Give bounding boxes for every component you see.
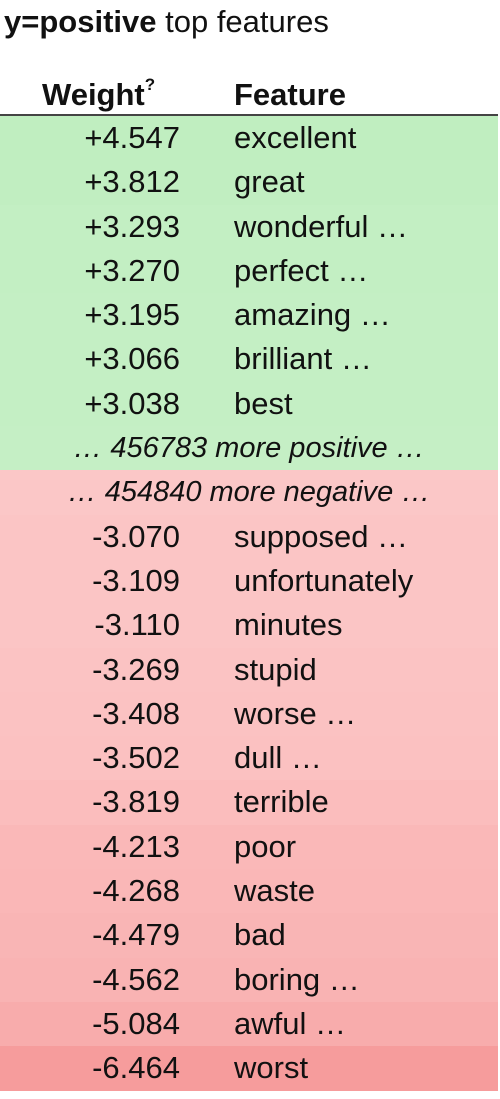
more-positive-row: … 456783 more positive … <box>0 426 498 471</box>
weight-column-header: Weight? <box>42 70 155 116</box>
feature-weight: +3.270 <box>84 252 180 288</box>
feature-name: worse … <box>234 695 357 731</box>
positive-feature-row: +3.812 great <box>0 160 498 205</box>
negative-feature-row: -3.408 worse … <box>0 691 498 737</box>
feature-weight: +4.547 <box>84 120 180 155</box>
feature-name: bad <box>234 917 286 953</box>
negative-feature-row: -4.268 waste <box>0 869 498 914</box>
feature-weight: +3.812 <box>84 164 180 200</box>
feature-name: supposed … <box>234 518 409 554</box>
feature-name: waste <box>234 873 315 909</box>
negative-feature-row: -3.109 unfortunately <box>0 558 498 604</box>
negative-feature-row: -3.502 dull … <box>0 736 498 781</box>
positive-feature-row: +3.195 amazing … <box>0 293 498 338</box>
feature-weight: +3.293 <box>84 208 180 244</box>
feature-weight: -4.479 <box>92 917 180 953</box>
feature-name: boring … <box>234 961 360 997</box>
panel-title: y=positive top features <box>4 0 329 44</box>
feature-weight: -4.213 <box>92 828 180 864</box>
feature-name: unfortunately <box>234 562 414 598</box>
feature-name: best <box>234 385 293 421</box>
target-label: y=positive <box>4 4 157 39</box>
feature-weight: -6.464 <box>92 1050 180 1086</box>
positive-feature-row: +3.293 wonderful … <box>0 204 498 249</box>
negative-feature-row: -3.110 minutes <box>0 603 498 648</box>
negative-feature-row: -6.464 worst <box>0 1046 498 1091</box>
feature-weight: -3.110 <box>94 607 180 643</box>
title-suffix: top features <box>156 4 329 39</box>
negative-feature-row: -4.562 boring … <box>0 957 498 1002</box>
feature-name: brilliant … <box>234 341 372 377</box>
feature-name: great <box>234 164 305 200</box>
feature-weight: +3.195 <box>84 297 180 333</box>
feature-name: poor <box>234 828 297 864</box>
positive-feature-row: +3.066 brilliant … <box>0 337 498 382</box>
feature-column-header: Feature <box>234 77 346 112</box>
feature-weight: -5.084 <box>92 1005 180 1041</box>
feature-weight: -4.562 <box>92 961 180 997</box>
feature-weight: -3.408 <box>92 695 180 731</box>
weight-header-label: Weight <box>42 77 145 112</box>
negative-feature-row: -3.819 terrible <box>0 780 498 825</box>
negative-feature-row: -5.084 awful … <box>0 1001 498 1047</box>
feature-name: awful … <box>234 1005 346 1041</box>
feature-name: minutes <box>234 607 343 643</box>
feature-name: perfect … <box>234 252 369 288</box>
feature-weight: +3.038 <box>84 385 180 421</box>
more-positive-row-text: … 456783 more positive … <box>73 432 425 465</box>
feature-weight: -3.269 <box>92 651 180 687</box>
feature-weight: -3.109 <box>92 562 180 598</box>
feature-name: worst <box>234 1050 309 1086</box>
feature-name: stupid <box>234 651 317 687</box>
negative-feature-row: -3.269 stupid <box>0 647 498 692</box>
feature-weight: +3.066 <box>84 341 180 377</box>
positive-feature-row: +4.547 excellent <box>0 116 498 161</box>
more-negative-row-text: … 454840 more negative … <box>67 476 431 509</box>
positive-feature-row: +3.270 perfect … <box>0 248 498 294</box>
negative-feature-row: -4.479 bad <box>0 913 498 958</box>
weight-help-marker[interactable]: ? <box>145 75 155 94</box>
more-negative-row: … 454840 more negative … <box>0 470 498 515</box>
feature-name: amazing … <box>234 297 391 333</box>
feature-name: dull … <box>234 740 322 776</box>
positive-feature-row: +3.038 best <box>0 381 498 427</box>
feature-weight: -3.819 <box>92 784 180 820</box>
negative-feature-row: -4.213 poor <box>0 824 498 870</box>
feature-weight: -4.268 <box>92 873 180 909</box>
feature-name: wonderful … <box>234 208 409 244</box>
feature-name: terrible <box>234 784 329 820</box>
feature-name: excellent <box>234 120 357 155</box>
feature-weights-table: +4.547 excellent +3.812 great +3.293 wonderfu… <box>0 116 498 1091</box>
feature-weight: -3.502 <box>92 740 180 776</box>
feature-weight: -3.070 <box>92 518 180 554</box>
negative-feature-row: -3.070 supposed … <box>0 514 498 559</box>
